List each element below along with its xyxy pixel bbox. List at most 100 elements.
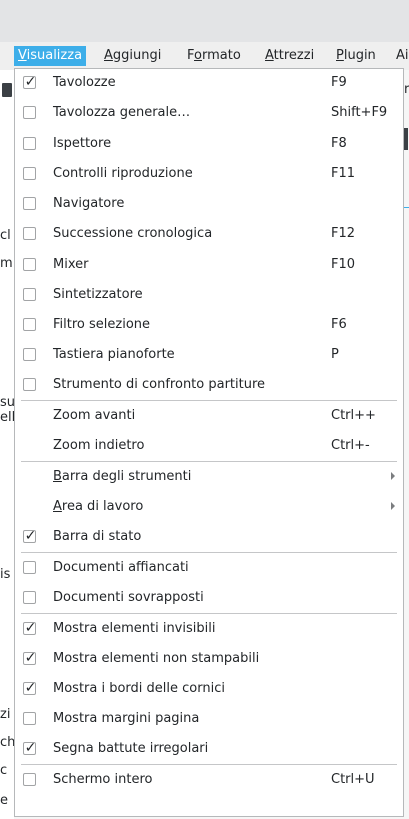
menu-bar: Visualizza Aggiungi Formato Attrezzi Plu… <box>0 42 409 70</box>
menu-item-label: Mostra elementi invisibili <box>53 621 216 636</box>
checkbox-checked[interactable]: ✓ <box>23 680 37 696</box>
menu-item-ispettore[interactable]: Ispettore F8 <box>15 130 403 159</box>
menu-item-shortcut: F11 <box>331 166 356 181</box>
menu-item-sintetizzatore[interactable]: Sintetizzatore <box>15 281 403 310</box>
menu-item-tavolozze[interactable]: ✓ Tavolozze F9 <box>15 69 403 98</box>
menu-formato[interactable]: Formato <box>183 46 245 66</box>
menu-aggiungi[interactable]: Aggiungi <box>100 46 165 66</box>
checkbox-unchecked[interactable] <box>23 258 36 271</box>
toolbar-icon-partial <box>2 83 12 97</box>
label-rest: arra degli strumenti <box>61 469 192 484</box>
menu-visualizza-mnemonic: V <box>18 48 27 63</box>
checkbox-checked[interactable]: ✓ <box>23 650 37 666</box>
bg-text-fragment: ell <box>0 410 14 425</box>
bg-right-accent-line <box>404 207 409 208</box>
checkbox-unchecked[interactable] <box>23 167 36 180</box>
menu-formato-mnemonic: o <box>194 48 202 63</box>
menu-visualizza[interactable]: Visualizza <box>14 46 87 66</box>
menu-formato-rest: rmato <box>201 48 241 63</box>
menu-item-barra-di-stato[interactable]: ✓ Barra di stato <box>15 523 403 552</box>
checkbox-unchecked[interactable] <box>23 773 36 786</box>
menu-item-shortcut: Ctrl+U <box>331 772 375 787</box>
menu-item-mostra-i-bordi-delle-cornici[interactable]: ✓ Mostra i bordi delle cornici <box>15 675 403 704</box>
checkbox-unchecked[interactable] <box>23 288 36 301</box>
menu-item-documenti-sovrapposti[interactable]: Documenti sovrapposti <box>15 584 403 613</box>
submenu-arrow-icon <box>391 502 395 510</box>
checkmark-icon: ✓ <box>24 528 37 544</box>
checkbox-unchecked[interactable] <box>23 591 36 604</box>
menu-item-navigatore[interactable]: Navigatore <box>15 190 403 219</box>
menu-aiuto-partial[interactable]: Ai <box>392 46 409 66</box>
checkbox-unchecked[interactable] <box>23 561 36 574</box>
checkbox-unchecked[interactable] <box>23 712 36 725</box>
menu-item-label: Documenti sovrapposti <box>53 590 204 605</box>
checkmark-icon: ✓ <box>24 650 37 666</box>
menu-item-mixer[interactable]: Mixer F10 <box>15 251 403 280</box>
menu-item-label: Tastiera pianoforte <box>53 347 175 362</box>
checkmark-icon: ✓ <box>24 74 37 90</box>
menu-item-label: Barra degli strumenti <box>53 469 191 485</box>
menu-item-label: Area di lavoro <box>53 499 143 515</box>
menu-item-shortcut: F8 <box>331 136 347 151</box>
menu-item-shortcut: F9 <box>331 75 347 90</box>
checkbox-unchecked[interactable] <box>23 378 36 391</box>
menu-item-label: Mostra elementi non stampabili <box>53 651 260 666</box>
menu-item-label: Strumento di confronto partiture <box>53 377 266 392</box>
checkbox-unchecked[interactable] <box>23 197 36 210</box>
menu-aggiungi-rest: ggiungi <box>112 48 162 63</box>
mnemonic-letter: A <box>53 499 62 514</box>
checkbox-unchecked[interactable] <box>23 318 36 331</box>
menu-item-shortcut: Ctrl+- <box>331 438 370 453</box>
checkmark-icon: ✓ <box>24 620 37 636</box>
bg-right-text-fragment: r <box>404 82 409 97</box>
menu-item-label: Mixer <box>53 257 89 272</box>
menu-item-label: Mostra i bordi delle cornici <box>53 681 225 696</box>
menu-item-mostra-elementi-invisibili[interactable]: ✓ Mostra elementi invisibili <box>15 615 403 644</box>
checkbox-checked[interactable]: ✓ <box>23 528 37 544</box>
bg-right-icon-partial <box>404 128 408 150</box>
menu-item-segna-battute-irregolari[interactable]: ✓ Segna battute irregolari <box>15 735 403 764</box>
menu-item-tavolozza-generale[interactable]: Tavolozza generale… Shift+F9 <box>15 99 403 128</box>
checkbox-checked[interactable]: ✓ <box>23 74 37 90</box>
menu-item-label: Schermo intero <box>53 772 153 787</box>
checkbox-checked[interactable]: ✓ <box>23 740 36 756</box>
menu-item-label: Successione cronologica <box>53 226 213 241</box>
menu-attrezzi-rest: ttrezzi <box>273 48 315 63</box>
menu-item-zoom-indietro[interactable]: Zoom indietro Ctrl+- <box>15 432 403 461</box>
menu-item-successione-cronologica[interactable]: Successione cronologica F12 <box>15 220 403 249</box>
menu-item-label: Ispettore <box>53 136 112 151</box>
menu-item-area-di-lavoro[interactable]: Area di lavoro <box>15 493 403 522</box>
menu-item-label: Sintetizzatore <box>53 287 143 302</box>
checkbox-checked[interactable]: ✓ <box>23 620 37 636</box>
menu-item-mostra-elementi-non-stampabili[interactable]: ✓ Mostra elementi non stampabili <box>15 645 403 674</box>
menu-formato-pre: F <box>187 48 195 63</box>
menu-item-controlli-riproduzione[interactable]: Controlli riproduzione F11 <box>15 160 403 189</box>
menu-item-schermo-intero[interactable]: Schermo intero Ctrl+U <box>15 766 403 795</box>
menu-visualizza-rest: isualizza <box>26 48 83 63</box>
menu-item-shortcut: P <box>331 347 339 362</box>
menu-item-label: Mostra margini pagina <box>53 711 200 726</box>
window-title-bar <box>0 0 409 42</box>
checkbox-unchecked[interactable] <box>23 348 36 361</box>
menu-item-barra-degli-strumenti[interactable]: Barra degli strumenti <box>15 463 403 492</box>
bg-text-fragment: is <box>0 567 11 582</box>
menu-plugin-mnemonic: P <box>336 48 344 63</box>
menu-plugin[interactable]: Plugin <box>332 46 380 66</box>
menu-item-tastiera-pianoforte[interactable]: Tastiera pianoforte P <box>15 341 403 370</box>
menu-attrezzi[interactable]: Attrezzi <box>261 46 318 66</box>
menu-item-label: Documenti affiancati <box>53 560 189 575</box>
menu-item-zoom-avanti[interactable]: Zoom avanti Ctrl++ <box>15 402 403 431</box>
checkbox-unchecked[interactable] <box>23 137 36 150</box>
menu-item-mostra-margini-pagina[interactable]: Mostra margini pagina <box>15 705 403 734</box>
menu-item-documenti-affiancati[interactable]: Documenti affiancati <box>15 554 403 583</box>
checkbox-unchecked[interactable] <box>23 106 36 119</box>
checkbox-unchecked[interactable] <box>23 227 36 240</box>
menu-item-filtro-selezione[interactable]: Filtro selezione F6 <box>15 311 403 340</box>
menu-separator <box>21 461 397 462</box>
menu-item-shortcut: Ctrl++ <box>331 408 376 423</box>
menu-item-strumento-di-confronto-partiture[interactable]: Strumento di confronto partiture <box>15 371 403 400</box>
checkmark-icon: ✓ <box>24 680 37 696</box>
menu-item-label: Zoom indietro <box>53 438 145 453</box>
bg-text-fragment: m <box>0 256 13 271</box>
bg-text-fragment: ch <box>0 735 14 750</box>
